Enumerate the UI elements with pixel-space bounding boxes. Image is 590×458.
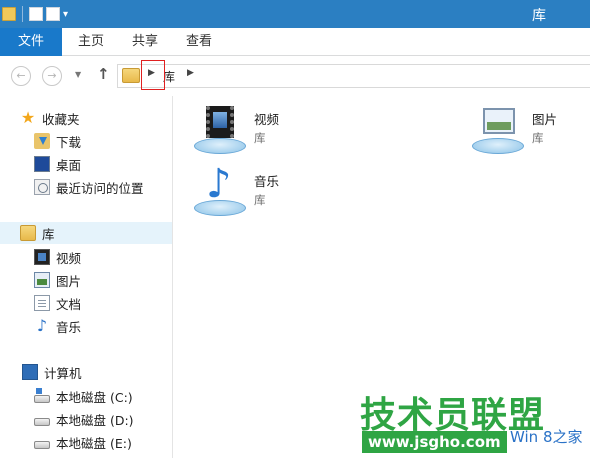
recent-locations-chevron-icon[interactable]: ▼ bbox=[75, 70, 81, 79]
watermark-url: www.jsgho.com bbox=[362, 431, 507, 453]
sidebar-item-label: 文档 bbox=[56, 296, 82, 312]
system-disk-icon bbox=[34, 388, 50, 403]
sidebar-item-videos[interactable]: 视频 bbox=[34, 246, 81, 268]
sidebar-item-label: 库 bbox=[42, 226, 55, 242]
sidebar-item-music[interactable]: ♪ 音乐 bbox=[34, 315, 81, 337]
sidebar-item-recent-places[interactable]: 最近访问的位置 bbox=[34, 176, 144, 198]
sidebar-item-label: 本地磁盘 (C:) bbox=[56, 389, 133, 405]
toolbar-divider bbox=[22, 6, 23, 22]
music-library-icon: ♪ bbox=[194, 164, 246, 216]
highlight-box bbox=[141, 60, 165, 90]
desktop-icon bbox=[34, 156, 50, 172]
sidebar-item-favorites[interactable]: ★ 收藏夹 bbox=[20, 107, 80, 129]
sidebar-item-pictures[interactable]: 图片 bbox=[34, 269, 81, 291]
disk-icon bbox=[34, 418, 50, 426]
star-icon: ★ bbox=[20, 108, 36, 127]
disk-icon bbox=[34, 441, 50, 449]
video-library-icon bbox=[194, 106, 246, 154]
sidebar-item-label: 音乐 bbox=[56, 319, 82, 335]
tab-file[interactable]: 文件 bbox=[0, 28, 62, 56]
sidebar-item-label: 本地磁盘 (D:) bbox=[56, 412, 134, 428]
window-title: 库 bbox=[532, 8, 546, 24]
folder-icon[interactable] bbox=[2, 7, 16, 21]
sidebar-item-libraries[interactable]: 库 bbox=[0, 222, 172, 244]
sidebar-item-disk-c[interactable]: 本地磁盘 (C:) bbox=[34, 385, 133, 407]
tab-home[interactable]: 主页 bbox=[64, 28, 118, 56]
quick-access-toolbar: ▾ bbox=[0, 0, 68, 28]
sidebar-item-documents[interactable]: 文档 bbox=[34, 292, 81, 314]
sidebar-item-disk-e[interactable]: 本地磁盘 (E:) bbox=[34, 431, 132, 453]
new-folder-icon[interactable] bbox=[46, 7, 60, 21]
sidebar-item-label: 图片 bbox=[56, 273, 82, 289]
item-name: 音乐 bbox=[254, 174, 280, 189]
item-type: 库 bbox=[254, 193, 266, 207]
sidebar-item-label: 计算机 bbox=[44, 365, 82, 381]
up-button[interactable]: ↑ bbox=[97, 65, 110, 83]
library-item-music[interactable]: ♪ 音乐 库 bbox=[194, 164, 280, 216]
title-bar: ▾ 库 bbox=[0, 0, 590, 28]
item-name: 视频 bbox=[254, 112, 280, 127]
address-bar: ← → ▼ ↑ ▶ 库 ▶ bbox=[0, 56, 590, 96]
music-icon: ♪ bbox=[36, 316, 48, 335]
sidebar-item-disk-d[interactable]: 本地磁盘 (D:) bbox=[34, 408, 134, 430]
item-name: 图片 bbox=[532, 112, 558, 127]
watermark-brand: Win 8之家 bbox=[510, 428, 583, 446]
documents-icon bbox=[34, 295, 50, 311]
sidebar-item-downloads[interactable]: 下载 bbox=[34, 130, 81, 152]
sidebar-item-desktop[interactable]: 桌面 bbox=[34, 153, 81, 175]
video-icon bbox=[34, 249, 50, 265]
chevron-down-icon[interactable]: ▾ bbox=[63, 9, 68, 20]
sidebar-item-label: 最近访问的位置 bbox=[56, 180, 144, 196]
sidebar-item-label: 视频 bbox=[56, 250, 82, 266]
library-item-pictures[interactable]: 图片 库 bbox=[472, 106, 557, 154]
sidebar-item-label: 本地磁盘 (E:) bbox=[56, 435, 132, 451]
sidebar-item-label: 收藏夹 bbox=[42, 111, 80, 127]
recent-places-icon bbox=[34, 179, 50, 195]
library-item-videos[interactable]: 视频 库 bbox=[194, 106, 279, 154]
pictures-library-icon bbox=[472, 106, 524, 154]
pictures-icon bbox=[34, 272, 50, 288]
sidebar-item-label: 下载 bbox=[56, 134, 82, 150]
library-icon bbox=[20, 225, 36, 241]
tab-share[interactable]: 共享 bbox=[118, 28, 172, 56]
ribbon-tabs: 文件 主页 共享 查看 bbox=[0, 28, 590, 56]
item-type: 库 bbox=[254, 131, 266, 145]
breadcrumb[interactable]: ▶ 库 ▶ bbox=[117, 64, 590, 88]
library-icon bbox=[122, 68, 140, 83]
forward-button[interactable]: → bbox=[42, 66, 62, 86]
breadcrumb-chevron-icon[interactable]: ▶ bbox=[187, 68, 194, 78]
navigation-pane: ★ 收藏夹 下载 桌面 最近访问的位置 库 视频 图片 文档 ♪ 音乐 计算机 … bbox=[0, 96, 173, 458]
back-button[interactable]: ← bbox=[11, 66, 31, 86]
download-folder-icon bbox=[34, 133, 50, 149]
sidebar-item-label: 桌面 bbox=[56, 157, 82, 173]
tab-view[interactable]: 查看 bbox=[172, 28, 226, 56]
item-type: 库 bbox=[532, 131, 544, 145]
properties-icon[interactable] bbox=[29, 7, 43, 21]
computer-icon bbox=[22, 364, 38, 380]
sidebar-item-computer[interactable]: 计算机 bbox=[22, 361, 82, 383]
